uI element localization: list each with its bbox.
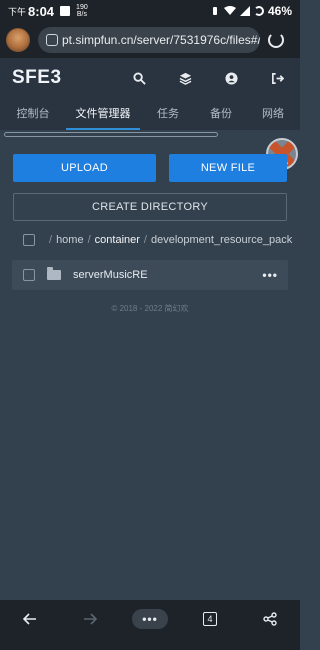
file-row[interactable]: serverMusicRE •••: [12, 260, 288, 290]
forward-icon[interactable]: [70, 600, 110, 638]
create-directory-button[interactable]: CREATE DIRECTORY: [13, 193, 287, 221]
vibrate-icon: [212, 7, 217, 15]
select-all-checkbox[interactable]: [23, 234, 35, 246]
layers-icon[interactable]: [162, 58, 208, 98]
breadcrumb: / home / container / development_resourc…: [12, 226, 300, 254]
back-icon[interactable]: [10, 600, 50, 638]
search-icon[interactable]: [116, 58, 162, 98]
battery-percent: 46%: [267, 4, 292, 18]
address-bar[interactable]: pt.simpfun.cn/server/7531976c/files#/dev: [38, 27, 260, 53]
battery-icon: [253, 6, 264, 16]
signal-icon: [239, 6, 250, 16]
browser-toolbar: pt.simpfun.cn/server/7531976c/files#/dev: [0, 22, 300, 58]
tab-tasks[interactable]: 任务: [140, 105, 196, 130]
tabs-button[interactable]: 4: [190, 600, 230, 638]
tab-scrollbar[interactable]: [4, 132, 218, 137]
network-rate: 190 B/s: [76, 4, 88, 18]
tab-backups[interactable]: 备份: [196, 105, 246, 130]
tab-console[interactable]: 控制台: [0, 105, 66, 130]
copyright-footer: © 2018 - 2022 简幻欢: [111, 304, 189, 313]
menu-button[interactable]: •••: [130, 600, 170, 638]
upload-button[interactable]: UPLOAD: [13, 154, 156, 182]
wifi-icon: [223, 6, 236, 15]
app-header: SFE3: [0, 58, 300, 98]
gesture-area: [0, 638, 300, 650]
avatar[interactable]: [6, 28, 30, 52]
logout-icon[interactable]: [254, 58, 300, 98]
breadcrumb-home[interactable]: home: [56, 234, 84, 246]
status-bar: 下午 8:04 190 B/s 46%: [0, 0, 300, 22]
tab-count-icon: 4: [203, 612, 217, 626]
file-name[interactable]: serverMusicRE: [73, 269, 148, 281]
new-file-button[interactable]: NEW FILE: [169, 154, 287, 182]
browser-bottom-bar: ••• 4: [0, 600, 300, 638]
url-text: pt.simpfun.cn/server/7531976c/files#/dev: [62, 33, 260, 47]
file-checkbox[interactable]: [23, 269, 35, 281]
tab-network[interactable]: 网络: [246, 105, 300, 130]
more-options-icon[interactable]: •••: [262, 268, 278, 282]
share-icon[interactable]: [250, 600, 290, 638]
breadcrumb-current: development_resource_pack: [150, 234, 293, 246]
nav-tabs: 控制台 文件管理器 任务 备份 网络: [0, 98, 300, 130]
brand-title: SFE3: [12, 67, 62, 88]
site-info-icon[interactable]: [46, 34, 58, 46]
status-time: 8:04: [28, 3, 55, 19]
status-right: 46%: [210, 4, 292, 18]
account-icon[interactable]: [208, 58, 254, 98]
breadcrumb-container[interactable]: container: [95, 234, 140, 246]
menu-icon: •••: [132, 609, 168, 629]
reload-icon[interactable]: [268, 32, 284, 48]
notification-icon: [60, 6, 71, 16]
status-ampm: 下午: [8, 6, 27, 17]
tab-file-manager[interactable]: 文件管理器: [66, 105, 140, 130]
folder-icon: [47, 267, 61, 280]
